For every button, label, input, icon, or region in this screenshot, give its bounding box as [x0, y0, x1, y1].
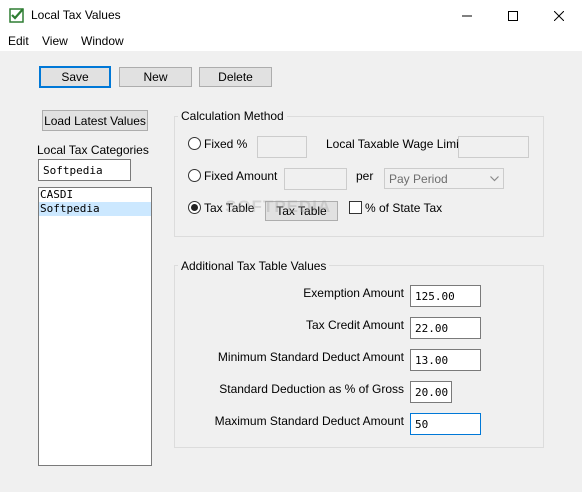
wage-limit-label: Local Taxable Wage Limit — [326, 137, 463, 151]
fixed-amount-input[interactable] — [284, 168, 347, 190]
additional-values-title: Additional Tax Table Values — [178, 259, 330, 273]
menu-window[interactable]: Window — [81, 34, 124, 48]
delete-button[interactable]: Delete — [199, 67, 272, 87]
min-standard-deduct-input[interactable]: 13.00 — [410, 349, 481, 371]
pct-state-tax-label: % of State Tax — [365, 201, 443, 215]
fixed-pct-input[interactable] — [257, 136, 307, 158]
per-select-value: Pay Period — [389, 171, 448, 186]
standard-deduction-pct-input[interactable]: 20.00 — [410, 381, 452, 403]
maximize-icon — [508, 10, 518, 21]
list-item[interactable]: CASDI — [39, 188, 151, 202]
pct-state-tax-checkbox[interactable] — [349, 201, 362, 214]
load-latest-values-button[interactable]: Load Latest Values — [42, 110, 148, 131]
category-input[interactable]: Softpedia — [38, 159, 131, 181]
min-standard-deduct-label: Minimum Standard Deduct Amount — [217, 350, 404, 364]
radio-selected-dot — [191, 204, 198, 211]
list-item-selected[interactable]: Softpedia — [39, 202, 151, 216]
categories-label: Local Tax Categories — [37, 143, 149, 157]
maximize-button[interactable] — [490, 0, 536, 31]
fixed-pct-label: Fixed % — [204, 137, 248, 151]
max-standard-deduct-label: Maximum Standard Deduct Amount — [214, 414, 404, 428]
window-title: Local Tax Values — [31, 8, 121, 22]
app-checklist-icon — [9, 7, 25, 23]
max-standard-deduct-input[interactable]: 50 — [410, 413, 481, 435]
calculation-method-title: Calculation Method — [178, 109, 287, 123]
wage-limit-input[interactable] — [458, 136, 529, 158]
fixed-amount-label: Fixed Amount — [204, 169, 278, 183]
tax-table-radio[interactable] — [188, 201, 201, 214]
per-label: per — [356, 169, 374, 183]
close-button[interactable] — [536, 0, 582, 31]
save-button[interactable]: Save — [39, 66, 111, 88]
menu-edit[interactable]: Edit — [8, 34, 29, 48]
menu-view[interactable]: View — [42, 34, 68, 48]
standard-deduction-pct-label: Standard Deduction as % of Gross — [219, 382, 404, 396]
close-icon — [554, 10, 564, 21]
minimize-button[interactable] — [444, 0, 490, 31]
fixed-pct-radio[interactable] — [188, 137, 201, 150]
watermark: SOFTPEDIA — [225, 197, 332, 216]
chevron-down-icon — [490, 175, 499, 181]
tax-credit-amount-input[interactable]: 22.00 — [410, 317, 481, 339]
exemption-amount-label: Exemption Amount — [303, 286, 404, 300]
fixed-amount-radio[interactable] — [188, 169, 201, 182]
category-list[interactable]: CASDI Softpedia — [38, 187, 152, 466]
new-button[interactable]: New — [119, 67, 192, 87]
per-select[interactable]: Pay Period — [384, 168, 504, 189]
minimize-icon — [462, 15, 472, 16]
exemption-amount-input[interactable]: 125.00 — [410, 285, 481, 307]
tax-credit-amount-label: Tax Credit Amount — [305, 318, 404, 332]
